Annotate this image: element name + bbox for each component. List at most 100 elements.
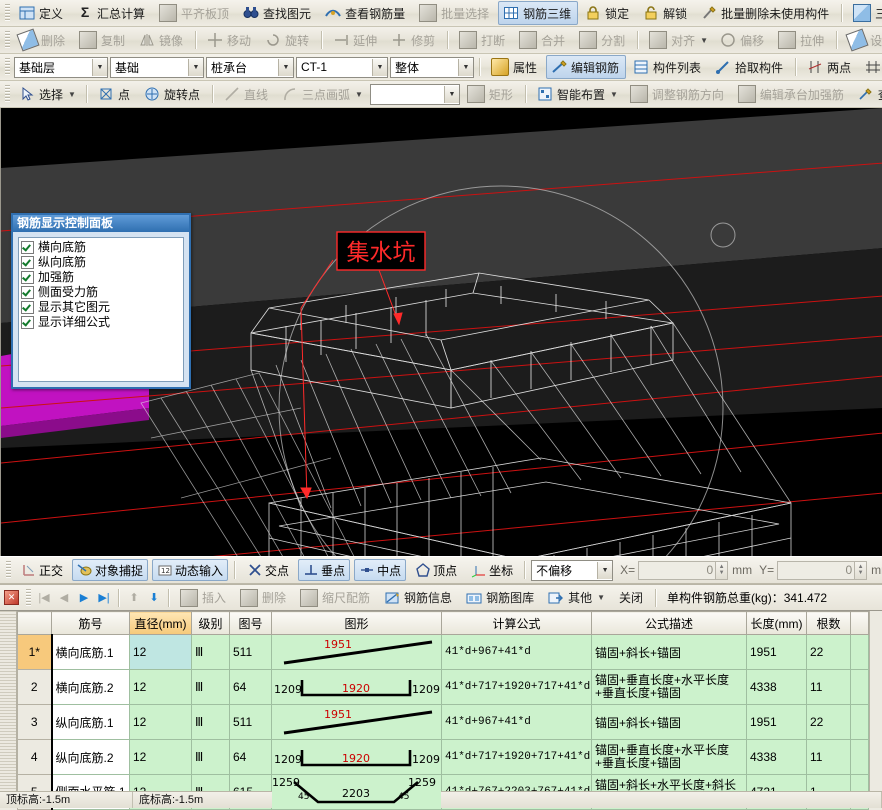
toolbar-button-find-element[interactable]: 查找图元 bbox=[238, 1, 318, 25]
cell-grade[interactable]: Ⅲ bbox=[192, 635, 230, 670]
combo-draw-mode[interactable]: ▼ bbox=[370, 84, 460, 105]
nav-first-button[interactable]: |◀ bbox=[34, 588, 54, 608]
toolbar-button-view-rebar-qty[interactable]: 查看钢筋量 bbox=[320, 1, 412, 25]
toolbar-button-move[interactable]: 移动 bbox=[202, 28, 258, 52]
toolbar-button-set-grip[interactable]: 设置夹点 bbox=[843, 28, 882, 52]
toolbar-button-edit-cap-rebar[interactable]: 编辑承台加强筋 bbox=[733, 82, 851, 106]
grid-button-rebar-info[interactable]: 钢筋信息 bbox=[379, 586, 459, 610]
combo-offset-mode[interactable]: 不偏移▼ bbox=[531, 560, 613, 581]
checkbox[interactable] bbox=[21, 286, 34, 299]
th-grade[interactable]: 级别 bbox=[192, 612, 230, 635]
toolbar-button-extend[interactable]: 延伸 bbox=[328, 28, 384, 52]
th-count[interactable]: 根数 bbox=[807, 612, 851, 635]
th-drawing-no[interactable]: 图号 bbox=[230, 612, 272, 635]
combo-scope[interactable]: 整体▼ bbox=[390, 57, 474, 78]
toolbar-button-point[interactable]: 点 bbox=[93, 82, 137, 106]
toolbar-button-stretch[interactable]: 拉伸 bbox=[773, 28, 831, 52]
chevron-down-icon[interactable]: ▼ bbox=[458, 59, 473, 76]
cell-length[interactable]: 4338 bbox=[747, 670, 807, 705]
th-formula[interactable]: 计算公式 bbox=[442, 612, 592, 635]
cell-shape[interactable]: 1951 bbox=[272, 705, 442, 740]
toolbar-button-adjust-rebar-direction[interactable]: 调整钢筋方向 bbox=[625, 82, 731, 106]
x-spinner[interactable]: ▲▼ bbox=[716, 561, 728, 580]
checkbox-row[interactable]: 侧面受力筋 bbox=[21, 285, 183, 300]
cell-rebar-no[interactable]: 纵向底筋.1 bbox=[52, 705, 130, 740]
toolbar-button-split[interactable]: 分割 bbox=[574, 28, 632, 52]
toolbar-grip[interactable] bbox=[26, 589, 31, 607]
row-index[interactable]: 3 bbox=[18, 705, 52, 740]
table-row[interactable]: 3 纵向底筋.1 12 Ⅲ 511 1951 41*d+967+41*d 锚固+… bbox=[18, 705, 869, 740]
toolbar-button-copy[interactable]: 复制 bbox=[74, 28, 132, 52]
toolbar-button-mirror[interactable]: 镜像 bbox=[134, 28, 190, 52]
toolbar-button-summary-calc[interactable]: Σ 汇总计算 bbox=[72, 1, 152, 25]
cell-formula[interactable]: 41*d+717+1920+717+41*d bbox=[442, 740, 592, 775]
cell-diameter[interactable]: 12 bbox=[130, 740, 192, 775]
combo-category[interactable]: 基础▼ bbox=[110, 57, 204, 78]
rebar-display-control-panel[interactable]: 钢筋显示控制面板 横向底筋 纵向底筋 加强筋 侧面受力筋 显示其它图元 显示详细… bbox=[11, 213, 191, 389]
toolbar-button-three-point-arc[interactable]: 三点画弧▼ bbox=[277, 82, 368, 106]
cell-grade[interactable]: Ⅲ bbox=[192, 705, 230, 740]
grid-button-scale-rebar[interactable]: 缩尺配筋 bbox=[295, 586, 377, 610]
toolbar-button-component-list[interactable]: 构件列表 bbox=[628, 55, 708, 79]
checkbox[interactable] bbox=[21, 241, 34, 254]
toolbar-button-merge[interactable]: 合并 bbox=[514, 28, 572, 52]
toolbar-grip[interactable] bbox=[5, 4, 10, 22]
chevron-down-icon[interactable]: ▼ bbox=[372, 59, 387, 76]
chevron-down-icon[interactable]: ▼ bbox=[278, 59, 293, 76]
cell-count[interactable]: 11 bbox=[807, 670, 851, 705]
checkbox-row[interactable]: 纵向底筋 bbox=[21, 255, 183, 270]
toolbar-button-delete[interactable]: 删除 bbox=[14, 28, 72, 52]
cell-shape[interactable]: 1951 bbox=[272, 635, 442, 670]
toolbar-button-define[interactable]: 定义 bbox=[14, 1, 70, 25]
row-index[interactable]: 4 bbox=[18, 740, 52, 775]
cell-rebar-no[interactable]: 纵向底筋.2 bbox=[52, 740, 130, 775]
toolbar-button-unlock[interactable]: 解锁 bbox=[638, 1, 694, 25]
row-index[interactable]: 2 bbox=[18, 670, 52, 705]
3d-viewport[interactable]: D C 2 B bbox=[0, 108, 882, 556]
checkbox-row[interactable]: 显示详细公式 bbox=[21, 315, 183, 330]
cell-formula[interactable]: 41*d+717+1920+717+41*d bbox=[442, 670, 592, 705]
cell-drawing-no[interactable]: 511 bbox=[230, 705, 272, 740]
checkbox-row[interactable]: 横向底筋 bbox=[21, 240, 183, 255]
table-row[interactable]: 2 横向底筋.2 12 Ⅲ 64 1209 1920 1209 41*d+717… bbox=[18, 670, 869, 705]
toolbar-button-edit-rebar[interactable]: 编辑钢筋 bbox=[546, 55, 626, 79]
cell-formula[interactable]: 41*d+967+41*d bbox=[442, 705, 592, 740]
combo-component-type[interactable]: 桩承台▼ bbox=[206, 57, 294, 78]
cell-drawing-no[interactable]: 64 bbox=[230, 670, 272, 705]
combo-floor[interactable]: 基础层▼ bbox=[14, 57, 108, 78]
chevron-down-icon[interactable]: ▼ bbox=[597, 593, 605, 602]
nav-next-button[interactable]: ▶ bbox=[74, 588, 94, 608]
toolbar-button-parallel[interactable]: 平行 bbox=[860, 55, 882, 79]
cell-diameter[interactable]: 12 bbox=[130, 635, 192, 670]
close-icon[interactable]: ✕ bbox=[4, 590, 19, 605]
grid-button-delete[interactable]: 删除 bbox=[235, 586, 293, 610]
chevron-down-icon[interactable]: ▼ bbox=[444, 86, 459, 103]
cell-drawing-no[interactable]: 511 bbox=[230, 635, 272, 670]
chevron-down-icon[interactable]: ▼ bbox=[188, 59, 203, 76]
cell-description[interactable]: 锚固+垂直长度+水平长度+垂直长度+锚固 bbox=[592, 740, 747, 775]
toolbar-button-batch-delete-unused[interactable]: 批量删除未使用构件 bbox=[696, 1, 836, 25]
toolbar-button-trim[interactable]: 修剪 bbox=[386, 28, 442, 52]
nav-prev-button[interactable]: ◀ bbox=[54, 588, 74, 608]
snap-button-object-snap[interactable]: 对象捕捉 bbox=[72, 559, 148, 581]
cell-count[interactable]: 11 bbox=[807, 740, 851, 775]
table-vertical-scrollbar[interactable] bbox=[869, 611, 882, 791]
toolbar-button-line[interactable]: 直线 bbox=[219, 82, 275, 106]
cell-length[interactable]: 4338 bbox=[747, 740, 807, 775]
y-input[interactable]: 0 bbox=[777, 561, 855, 580]
cell-rebar-no[interactable]: 横向底筋.1 bbox=[52, 635, 130, 670]
cell-diameter[interactable]: 12 bbox=[130, 670, 192, 705]
chevron-down-icon[interactable]: ▼ bbox=[610, 90, 618, 99]
th-length[interactable]: 长度(mm) bbox=[747, 612, 807, 635]
toolbar-button-lock[interactable]: 锁定 bbox=[580, 1, 636, 25]
toolbar-button-pick-component[interactable]: 拾取构件 bbox=[710, 55, 790, 79]
toolbar-grip[interactable] bbox=[5, 58, 10, 76]
grid-button-rebar-library[interactable]: 钢筋图库 bbox=[461, 586, 541, 610]
checkbox-row[interactable]: 显示其它图元 bbox=[21, 300, 183, 315]
grid-button-insert[interactable]: 插入 bbox=[175, 586, 233, 610]
toolbar-button-align[interactable]: 对齐▼ bbox=[644, 28, 713, 52]
y-spinner[interactable]: ▲▼ bbox=[855, 561, 867, 580]
snap-button-intersection[interactable]: 交点 bbox=[242, 559, 294, 581]
cell-length[interactable]: 1951 bbox=[747, 635, 807, 670]
chevron-down-icon[interactable]: ▼ bbox=[92, 59, 107, 76]
